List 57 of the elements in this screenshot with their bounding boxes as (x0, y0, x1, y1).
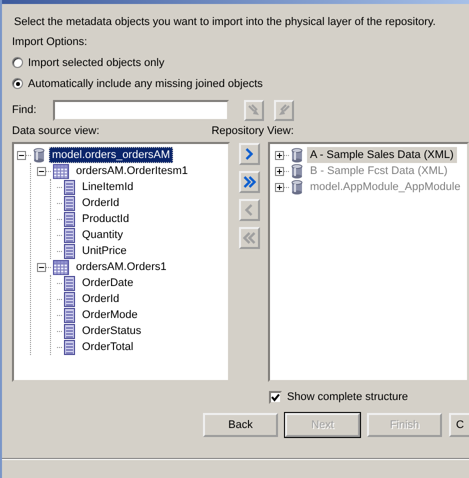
column-icon (64, 292, 75, 306)
left-chevron-icon (242, 231, 256, 245)
transfer-button[interactable] (238, 143, 260, 165)
table-icon (53, 164, 69, 178)
radio-button[interactable] (12, 57, 23, 68)
database-icon (33, 148, 45, 162)
right-chevron-icon (245, 147, 253, 161)
panel-label: Repository View: (211, 125, 294, 138)
check-icon (271, 392, 280, 402)
tree-item[interactable]: OrderId (79, 291, 122, 307)
tree-item[interactable]: UnitPrice (79, 243, 130, 259)
tree-item[interactable]: ProductId (79, 211, 132, 227)
tree-item[interactable]: model.orders_ordersAM (49, 147, 173, 163)
column-icon (64, 308, 75, 322)
tree-item[interactable]: OrderId (79, 195, 122, 211)
column-icon (64, 324, 75, 338)
collapse-icon[interactable] (17, 150, 26, 160)
tree-item[interactable]: ordersAM.Orders1 (73, 259, 170, 275)
instruction-text: Select the metadata objects you want to import into the physical layer of the repository. (14, 16, 437, 28)
checkbox-label[interactable]: Show complete structure (287, 391, 408, 403)
tree-item[interactable]: Quantity (79, 227, 126, 243)
radio-button[interactable] (12, 78, 23, 89)
tree-item[interactable]: OrderMode (79, 307, 141, 323)
column-icon (64, 340, 75, 354)
database-icon (291, 148, 303, 162)
left-chevron-icon (245, 203, 253, 217)
tree-item[interactable]: OrderTotal (79, 339, 136, 355)
database-icon (291, 164, 303, 178)
column-icon (64, 212, 75, 226)
column-icon (64, 276, 75, 290)
table-icon (53, 260, 69, 274)
tree-item[interactable]: OrderDate (79, 275, 136, 291)
expand-icon[interactable] (275, 150, 284, 160)
transfer-button[interactable] (238, 171, 260, 193)
arrow-icon (277, 103, 291, 117)
column-icon (64, 196, 75, 210)
checkbox[interactable] (269, 390, 282, 404)
collapse-icon[interactable] (37, 166, 46, 176)
database-icon (291, 180, 303, 194)
wizard-button[interactable]: C (449, 413, 469, 437)
tree-item[interactable]: LineItemId (79, 179, 136, 195)
wizard-button[interactable]: Back (203, 413, 278, 437)
section-label: Import Options: (12, 36, 88, 48)
tree-item[interactable]: OrderStatus (79, 323, 144, 339)
find-label: Find: (12, 104, 38, 116)
tree-item[interactable]: A - Sample Sales Data (XML) (307, 147, 457, 163)
find-field[interactable] (53, 100, 229, 120)
column-icon (64, 180, 75, 194)
arrow-icon (247, 103, 261, 117)
tree-item[interactable]: ordersAM.OrderItesm1 (73, 163, 191, 179)
radio-label[interactable]: Automatically include any missing joined objects (28, 78, 263, 90)
column-icon (64, 244, 75, 258)
collapse-icon[interactable] (37, 262, 46, 272)
column-icon (64, 228, 75, 242)
radio-label[interactable]: Import selected objects only (28, 56, 164, 68)
right-chevron-icon (242, 175, 256, 189)
panel-label: Data source view: (12, 125, 100, 138)
